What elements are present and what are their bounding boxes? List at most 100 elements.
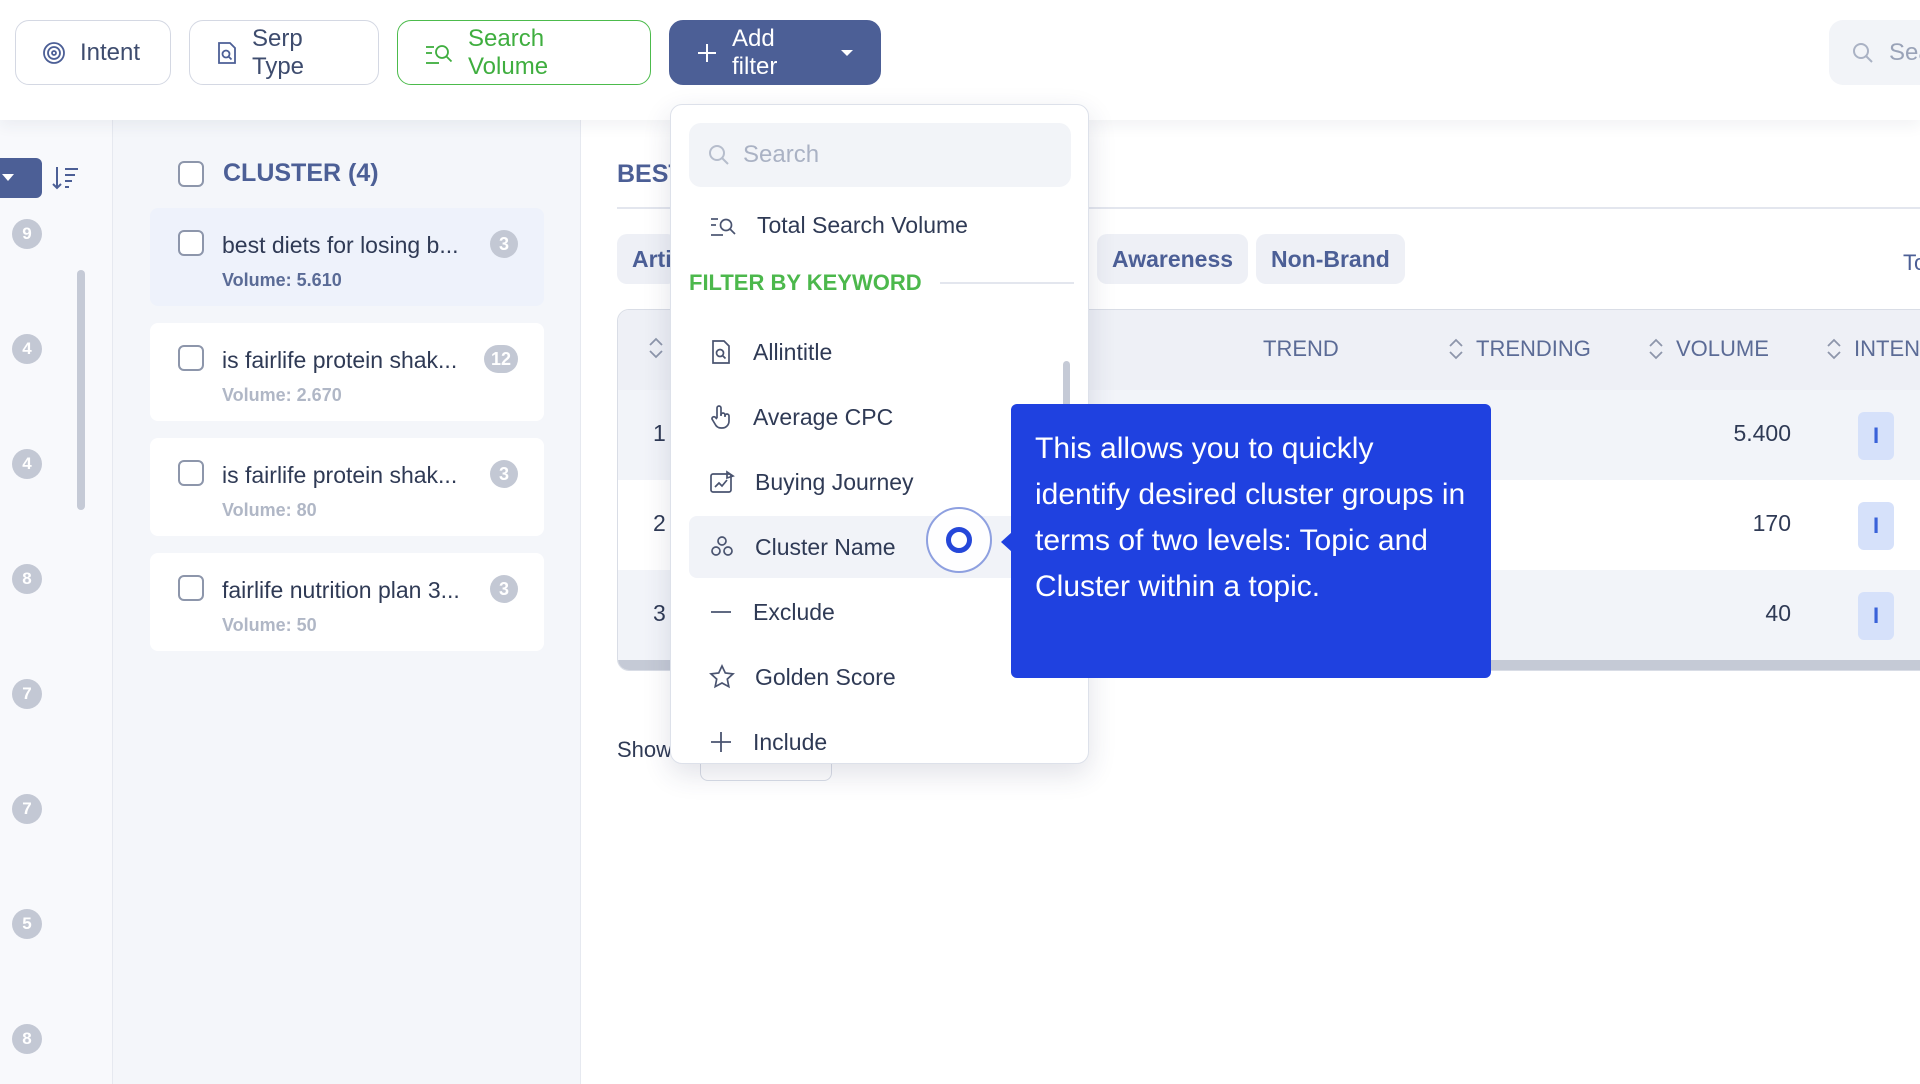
menu-item-label: Include [753,728,828,755]
cluster-item-title: fairlife nutrition plan 3... [222,577,460,603]
add-filter-label: Add filter [732,24,778,80]
left-rail [0,120,113,1084]
cluster-header: CLUSTER (4) [178,159,379,188]
cluster-item-title: is fairlife protein shak... [222,347,458,373]
star-icon [709,664,735,690]
rail-count-badge[interactable]: 4 [12,449,42,479]
dropdown-search-input[interactable]: Search [689,123,1071,187]
tag-pill-non-brand[interactable]: Non-Brand [1256,234,1405,284]
hand-pointer-icon [709,404,733,430]
section-divider [939,282,1074,284]
menu-item-golden-score[interactable]: Golden Score [689,646,1019,708]
cluster-item-volume: Volume: 50 [222,615,317,635]
cluster-item-volume: Volume: 80 [222,500,317,520]
rail-dropdown-button[interactable] [0,158,42,198]
cluster-item-count-badge: 3 [490,575,518,603]
column-header-volume[interactable]: VOLUME [1648,336,1769,362]
top-search-input[interactable]: Sea [1829,20,1920,85]
top-search-placeholder: Sea [1889,38,1920,66]
intent-badge[interactable]: I [1858,592,1894,640]
document-search-icon [709,339,733,365]
row-number: 1 [653,420,666,446]
sort-arrows-icon [1827,338,1841,360]
minus-icon [709,600,733,624]
tag-pill-awareness[interactable]: Awareness [1097,234,1249,284]
intent-filter-button[interactable]: Intent [15,20,171,85]
show-label: Show [617,737,673,762]
column-header-trending[interactable]: TRENDING [1448,336,1591,362]
menu-item-label: Cluster Name [755,533,896,560]
column-header-volume-label: VOLUME [1676,336,1769,361]
cluster-header-title: CLUSTER (4) [223,159,379,187]
cluster-item-count-badge: 3 [490,230,518,258]
serp-type-filter-button[interactable]: Serp Type [189,20,379,85]
cluster-item-volume: Volume: 2.670 [222,385,342,405]
cluster-item-title: is fairlife protein shak... [222,462,458,488]
column-header-intent-label: INTEN [1854,336,1920,361]
cluster-item[interactable]: best diets for losing b... Volume: 5.610… [150,208,544,306]
menu-item-allintitle[interactable]: Allintitle [689,321,1019,383]
row-volume: 170 [1752,510,1791,536]
rail-count-badge[interactable]: 7 [12,679,42,709]
search-volume-icon [424,41,454,65]
select-all-checkbox[interactable] [178,160,204,187]
rail-count-badge[interactable]: 7 [12,794,42,824]
rail-count-badge[interactable]: 8 [12,564,42,594]
rail-count-badge[interactable]: 4 [12,334,42,364]
cluster-item-checkbox[interactable] [178,345,204,371]
column-header-trend[interactable]: TREND [1263,336,1339,362]
search-icon [707,143,731,167]
cluster-item-count-badge: 12 [483,345,518,373]
column-header-trend-label: TREND [1263,336,1339,361]
top-toolbar: Intent Serp Type Search Volume Add filte… [0,0,1920,120]
serp-type-filter-label: Serp Type [252,24,305,80]
cluster-item-checkbox[interactable] [178,230,204,256]
cluster-item-title: best diets for losing b... [222,232,459,258]
menu-item-include[interactable]: Include [689,711,1019,763]
menu-item-total-search-volume[interactable]: Total Search Volume [689,194,1019,256]
plus-icon [696,42,718,64]
document-search-icon [216,41,238,65]
intent-badge[interactable]: I [1858,502,1894,550]
menu-item-average-cpc[interactable]: Average CPC [689,386,1019,448]
cluster-item[interactable]: fairlife nutrition plan 3... Volume: 50 … [150,553,544,651]
caret-down-icon [2,174,14,181]
menu-item-buying-journey[interactable]: Buying Journey [689,451,1019,513]
target-icon [42,41,66,65]
intent-filter-label: Intent [80,38,141,66]
dropdown-scrollbar[interactable] [1063,361,1070,409]
row-number: 3 [653,600,666,626]
menu-item-label: Buying Journey [755,468,914,495]
filter-by-keyword-section: FILTER BY KEYWORD [689,270,1074,296]
cluster-item-checkbox[interactable] [178,575,204,601]
rail-count-badge[interactable]: 5 [12,909,42,939]
row-volume: 40 [1765,600,1791,626]
cluster-item-checkbox[interactable] [178,460,204,486]
cluster-item[interactable]: is fairlife protein shak... Volume: 80 3 [150,438,544,536]
sort-icon[interactable] [50,165,80,191]
cluster-item-volume: Volume: 5.610 [222,270,342,290]
rail-scrollbar[interactable] [77,270,85,510]
rail-count-badge[interactable]: 8 [12,1024,42,1054]
cluster-icon [709,535,735,559]
tour-hotspot[interactable] [926,507,992,573]
tour-tooltip: This allows you to quickly identify desi… [1011,404,1491,678]
dropdown-search-placeholder: Search [743,141,820,168]
search-volume-icon [709,213,737,237]
intent-badge[interactable]: I [1858,412,1894,460]
tag-pill[interactable]: Arti [617,234,677,284]
sort-arrows-icon [1449,338,1463,360]
column-header-intent[interactable]: INTEN [1826,336,1920,362]
search-volume-filter-button[interactable]: Search Volume [397,20,651,85]
row-number: 2 [653,510,666,536]
add-filter-button[interactable]: Add filter [669,20,881,85]
section-title: FILTER BY KEYWORD [689,270,922,295]
tooltip-text: This allows you to quickly identify desi… [1035,432,1466,603]
rail-count-badge[interactable]: 9 [12,219,42,249]
menu-item-exclude[interactable]: Exclude [689,581,1019,643]
total-label: To [1903,250,1920,275]
cluster-item[interactable]: is fairlife protein shak... Volume: 2.67… [150,323,544,421]
search-icon [1851,41,1875,65]
search-volume-filter-label: Search Volume [468,24,549,80]
sort-arrows-icon[interactable] [648,336,664,360]
